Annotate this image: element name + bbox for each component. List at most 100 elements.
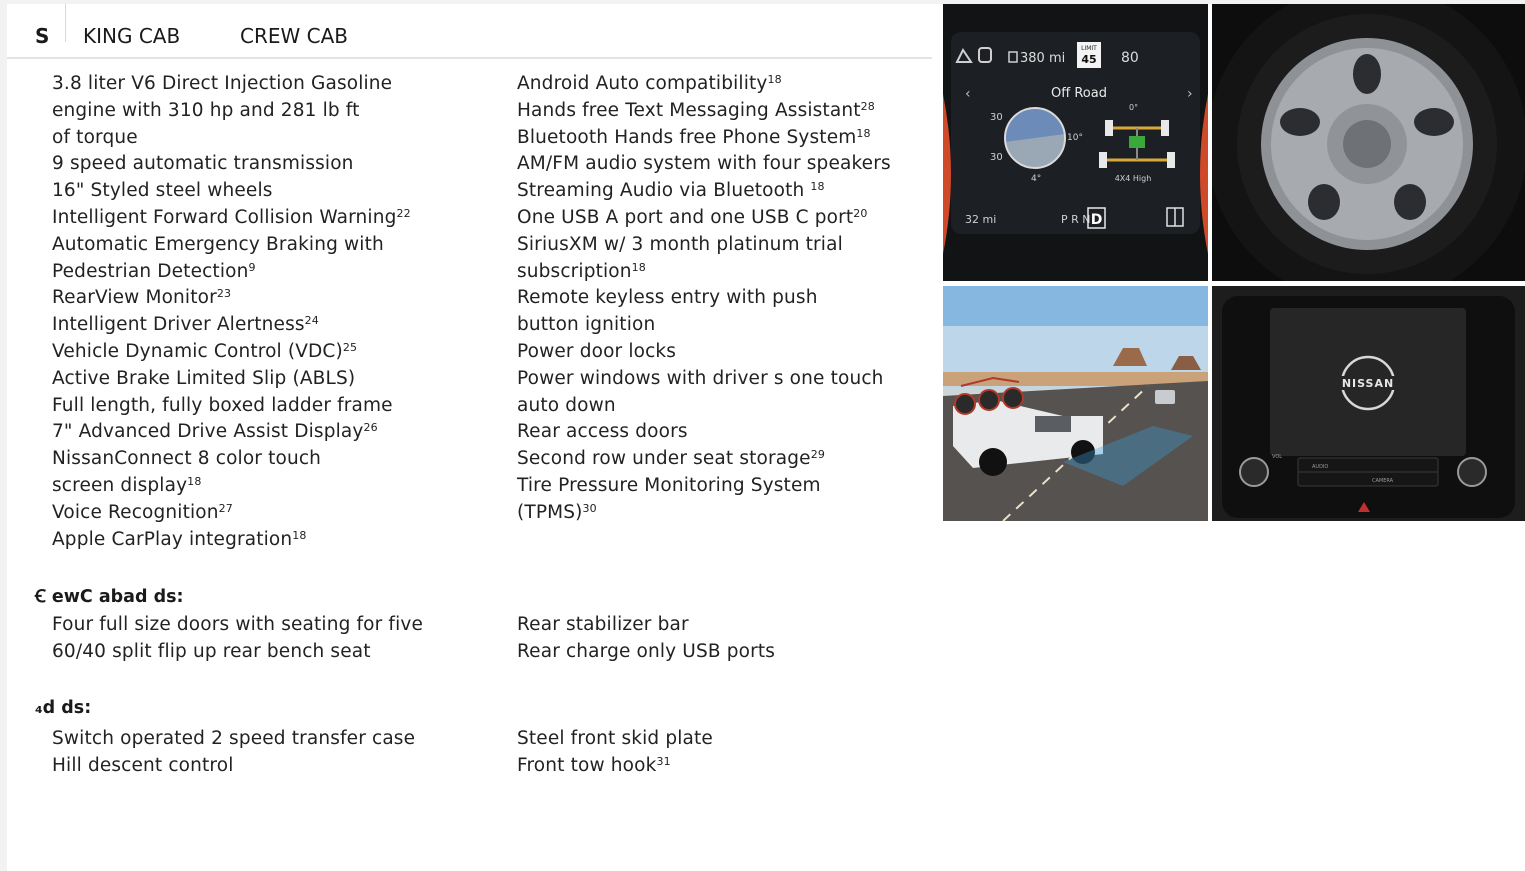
feature-text: of torque <box>52 126 138 148</box>
speed-readout: 80 <box>1121 50 1139 66</box>
feature-text: Remote keyless entry with push <box>517 287 818 309</box>
feature-text: 3.8 liter V6 Direct Injection Gasoline <box>52 73 393 94</box>
svg-text:VOL: VOL <box>1272 454 1282 460</box>
volume-knob[interactable] <box>1239 457 1269 487</box>
svg-text:LIMIT: LIMIT <box>1081 45 1097 52</box>
feature-text: Streaming Audio via Bluetooth <box>517 180 811 202</box>
feature-item: Intelligent Forward Collision Warning22 <box>52 205 411 232</box>
4x4-feature-item: Hill descent control <box>52 753 415 780</box>
feature-text: Switch operated 2 speed transfer case <box>52 728 416 749</box>
footnote-ref: 28 <box>860 99 875 113</box>
feature-text: 9 speed automatic transmission <box>52 153 354 175</box>
spec-page: S KING CAB CREW CAB 3.8 liter V6 Direct … <box>7 4 1525 871</box>
feature-item: Intelligent Driver Alertness24 <box>52 312 411 339</box>
feature-item: RearView Monitor23 <box>52 285 411 312</box>
trip-readout: 32 mi <box>965 213 996 226</box>
feature-text: Full length, fully boxed ladder frame <box>52 394 393 416</box>
feature-item: Full length, fully boxed ladder frame <box>52 393 411 420</box>
feature-text: Vehicle Dynamic Control (VDC) <box>52 340 343 362</box>
feature-item: NissanConnect 8 color touch <box>52 446 411 473</box>
footnote-ref: 24 <box>304 314 319 328</box>
feature-item: Rear access doors <box>517 419 891 446</box>
footnote-ref: 18 <box>810 180 825 194</box>
feature-text: Voice Recognition <box>52 501 219 523</box>
feature-item: 3.8 liter V6 Direct Injection Gasoline <box>52 71 411 98</box>
feature-item: of torque <box>52 125 411 152</box>
feature-item: Tire Pressure Monitoring System <box>517 473 891 500</box>
gauge-cluster-photo: 380 mi LIMIT 45 80 ‹ › Off Road 30 30 4°… <box>943 4 1208 281</box>
feature-item: Vehicle Dynamic Control (VDC)25 <box>52 339 411 366</box>
feature-item: Hands free Text Messaging Assistant28 <box>517 98 891 125</box>
footnote-ref: 9 <box>248 260 256 274</box>
feature-text: Automatic Emergency Braking with <box>52 233 384 255</box>
footnote-ref: 20 <box>853 206 868 220</box>
crew-features-left: Four full size doors with seating for fi… <box>52 612 423 666</box>
feature-text: Front tow hook <box>517 754 657 776</box>
footnote-ref: 31 <box>656 754 671 768</box>
feature-text: engine with 310 hp and 281 lb ft <box>52 99 360 121</box>
svg-text:30: 30 <box>990 152 1003 163</box>
feature-text: Rear stabilizer bar <box>517 614 689 635</box>
feature-text: Steel front skid plate <box>517 728 713 749</box>
tab-s[interactable]: S <box>35 24 49 48</box>
tune-knob[interactable] <box>1457 457 1487 487</box>
feature-text: Pedestrian Detection <box>52 260 249 282</box>
chevron-right-icon: › <box>1187 86 1193 102</box>
svg-text:CAMERA: CAMERA <box>1372 478 1394 484</box>
feature-item: Remote keyless entry with push <box>517 285 891 312</box>
feature-item: AM/FM audio system with four speakers <box>517 151 891 178</box>
footnote-ref: 23 <box>216 287 232 301</box>
feature-item: Second row under seat storage29 <box>517 446 891 473</box>
feature-item: Voice Recognition27 <box>52 500 411 527</box>
feature-text: Intelligent Forward Collision Warning <box>52 206 397 228</box>
footnote-ref: 18 <box>187 474 202 488</box>
feature-item: 7" Advanced Drive Assist Display26 <box>52 419 411 446</box>
4x4-features-right: Steel front skid plate Front tow hook31 <box>517 726 713 780</box>
feature-item: Automatic Emergency Braking with <box>52 232 411 259</box>
footnote-ref: 22 <box>396 206 411 220</box>
footnote-ref: 18 <box>856 126 871 140</box>
crew-feature-item: Four full size doors with seating for fi… <box>52 612 423 639</box>
feature-item: screen display18 <box>52 473 411 500</box>
feature-text: screen display <box>52 474 188 496</box>
svg-text:45: 45 <box>1081 53 1096 66</box>
tab-divider <box>65 4 66 42</box>
feature-text: RearView Monitor <box>52 287 217 309</box>
feature-item: engine with 310 hp and 281 lb ft <box>52 98 411 125</box>
4x4-feature-item: Steel front skid plate <box>517 726 713 753</box>
crew-feature-item: Rear charge only USB ports <box>517 639 775 666</box>
feature-text: Second row under seat storage <box>517 448 811 470</box>
feature-text: subscription <box>517 260 632 282</box>
feature-item: 9 speed automatic transmission <box>52 151 411 178</box>
4x4-features-left: Switch operated 2 speed transfer case Hil… <box>52 726 415 780</box>
tab-king-cab[interactable]: KING CAB <box>83 24 180 48</box>
footnote-ref: 18 <box>631 260 646 274</box>
feature-item: Power windows with driver s one touch <box>517 366 891 393</box>
feature-text: Android Auto compatibility <box>517 73 768 94</box>
crew-feature-item: 60/40 split flip up rear bench seat <box>52 639 423 666</box>
svg-text:30: 30 <box>990 112 1003 123</box>
feature-item: Active Brake Limited Slip (ABLS) <box>52 366 411 393</box>
feature-text: NissanConnect 8 color touch <box>52 448 322 470</box>
wheel-hub-cap <box>1343 120 1391 168</box>
feature-text: Hands free Text Messaging Assistant <box>517 99 861 121</box>
svg-text:0°: 0° <box>1129 103 1138 112</box>
feature-item: Apple CarPlay integration18 <box>52 527 411 554</box>
feature-item: button ignition <box>517 312 891 339</box>
footnote-ref: 27 <box>218 501 233 515</box>
footnote-ref: 18 <box>292 528 307 542</box>
feature-item: Power door locks <box>517 339 891 366</box>
feature-text: SiriusXM w/ 3 month platinum trial <box>517 233 843 255</box>
footnote-ref: 30 <box>582 501 597 515</box>
range-readout: 380 mi <box>1020 51 1065 66</box>
4x4-feature-item: Switch operated 2 speed transfer case <box>52 726 415 753</box>
feature-text: Intelligent Driver Alertness <box>52 314 305 336</box>
feature-item: (TPMS)30 <box>517 500 891 527</box>
feature-item: Pedestrian Detection9 <box>52 259 411 286</box>
trim-tabs: S KING CAB CREW CAB <box>7 4 932 59</box>
svg-text:4°: 4° <box>1031 174 1041 184</box>
crew-feature-item: Rear stabilizer bar <box>517 612 775 639</box>
tab-crew-cab[interactable]: CREW CAB <box>240 24 348 48</box>
feature-text: 16" Styled steel wheels <box>52 180 273 202</box>
feature-item: Bluetooth Hands free Phone System18 <box>517 125 891 152</box>
